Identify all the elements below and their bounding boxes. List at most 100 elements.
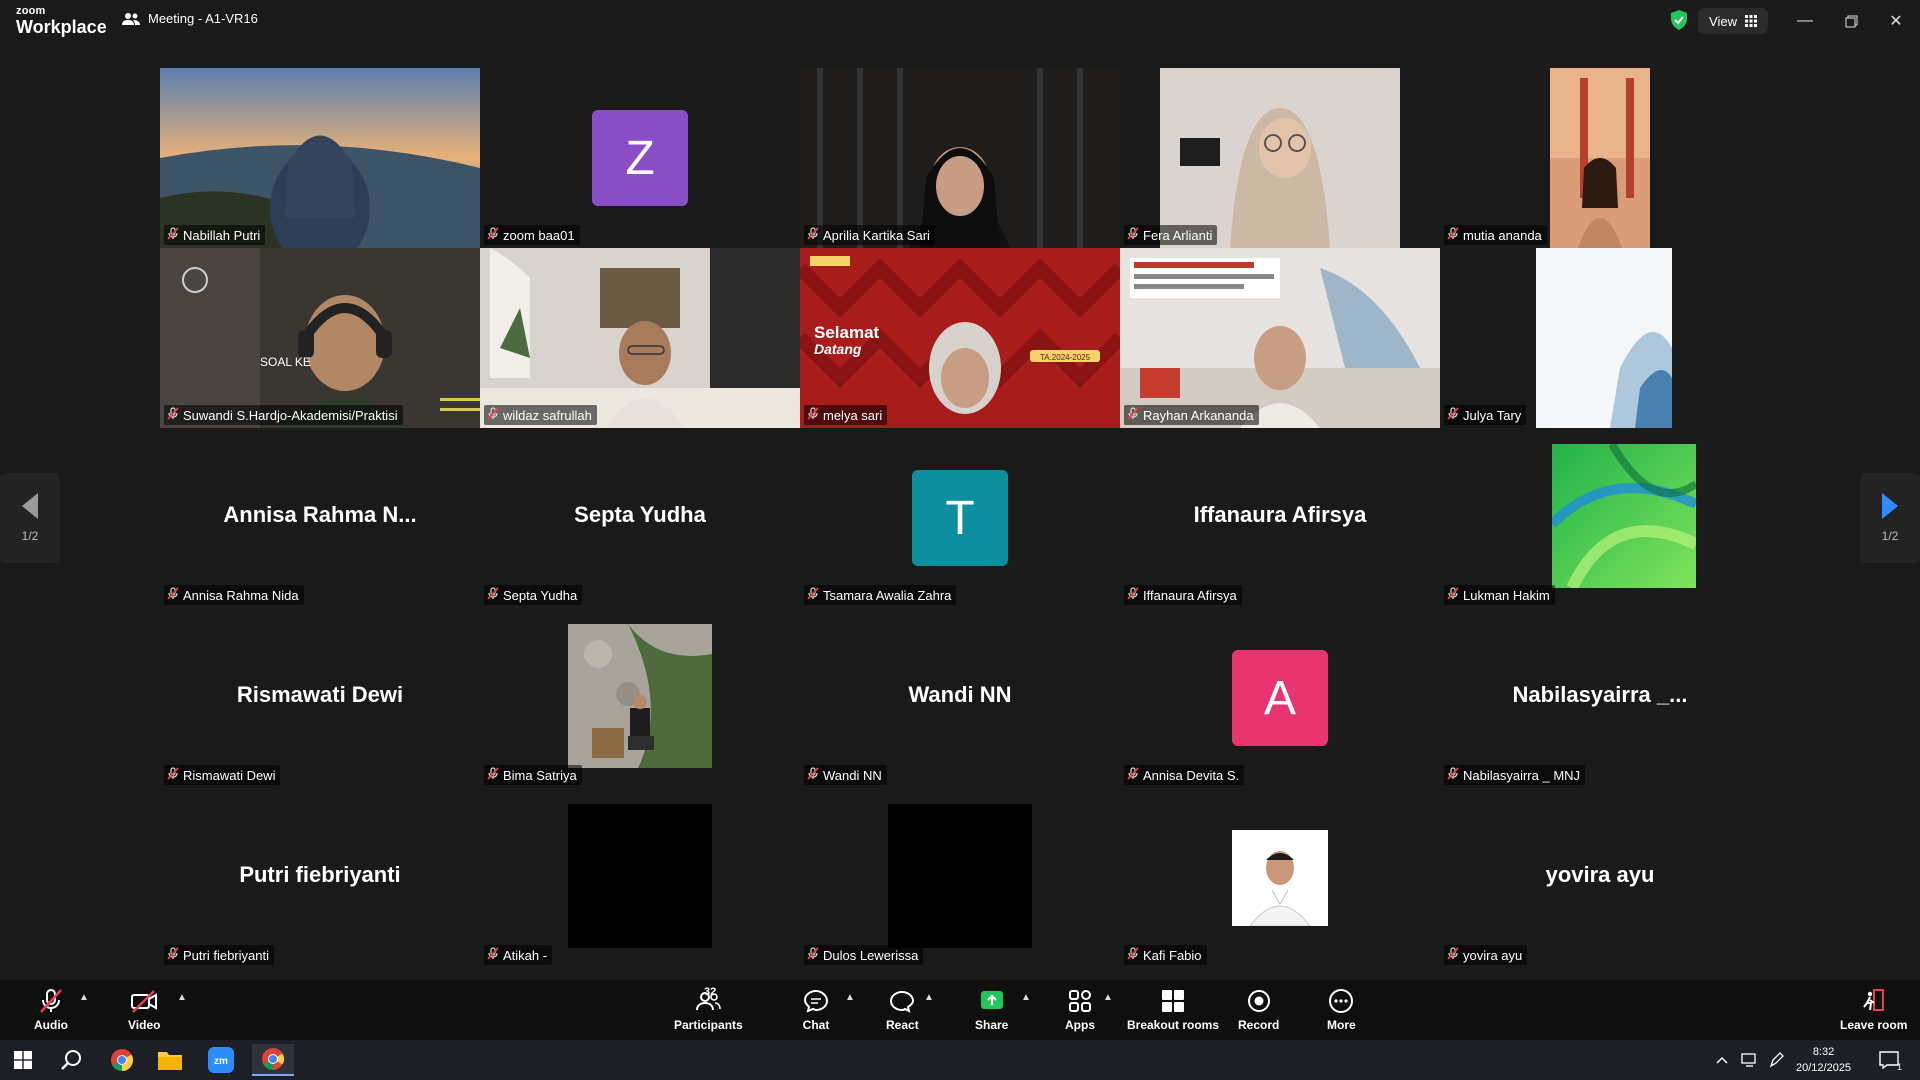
- breakout-rooms-button[interactable]: Breakout rooms: [1127, 988, 1219, 1032]
- participant-nametag: Lukman Hakim: [1444, 585, 1555, 605]
- participant-tile[interactable]: Nabillah Putri: [160, 68, 480, 248]
- more-button[interactable]: More: [1327, 988, 1356, 1032]
- audio-options-chevron-icon[interactable]: ▲: [79, 992, 89, 1003]
- participant-tile[interactable]: Rismawati Dewi Rismawati Dewi: [160, 608, 480, 788]
- zoom-window: zoom Workplace Meeting - A1-VR16 View — …: [0, 0, 1920, 1080]
- muted-mic-icon: [807, 767, 819, 783]
- muted-mic-icon: [807, 947, 819, 963]
- participant-tile[interactable]: Septa Yudha Septa Yudha: [480, 428, 800, 608]
- notifications-icon[interactable]: 1: [1874, 1044, 1904, 1076]
- file-explorer-icon[interactable]: [152, 1044, 188, 1076]
- network-icon[interactable]: [1738, 1044, 1762, 1076]
- encryption-shield-icon[interactable]: [1670, 10, 1688, 30]
- muted-mic-icon: [1447, 587, 1459, 603]
- participant-tile[interactable]: A Annisa Devita S.: [1120, 608, 1440, 788]
- record-button[interactable]: Record: [1238, 988, 1279, 1032]
- react-options-chevron-icon[interactable]: ▲: [924, 992, 934, 1003]
- participant-name: Rismawati Dewi: [183, 767, 276, 783]
- participant-video: [1232, 830, 1328, 926]
- search-icon[interactable]: [54, 1044, 90, 1076]
- participant-tile[interactable]: Nabilasyairra _... Nabilasyairra _ MNJ: [1440, 608, 1760, 788]
- more-dots-icon: [1329, 989, 1354, 1013]
- participant-tile[interactable]: Iffanaura Afirsya Iffanaura Afirsya: [1120, 428, 1440, 608]
- participant-name: yovira ayu: [1463, 947, 1523, 963]
- participant-tile[interactable]: Zzoom baa01: [480, 68, 800, 248]
- zoom-app-icon[interactable]: zm: [203, 1044, 239, 1076]
- chat-button[interactable]: Chat: [802, 988, 830, 1032]
- apps-options-chevron-icon[interactable]: ▲: [1103, 992, 1113, 1003]
- pen-icon[interactable]: [1765, 1044, 1789, 1076]
- participant-name: Lukman Hakim: [1463, 587, 1550, 603]
- muted-mic-icon: [1447, 947, 1459, 963]
- meeting-toolbar: Audio ▲ Video ▲ 32 Participants Chat ▲ R…: [0, 980, 1920, 1040]
- participant-name: Tsamara Awalia Zahra: [823, 587, 952, 603]
- participant-tile[interactable]: Fera Arlianti: [1120, 68, 1440, 248]
- participant-name: Rayhan Arkananda: [1143, 407, 1254, 423]
- chrome-icon[interactable]: [104, 1044, 140, 1076]
- participants-button[interactable]: 32 Participants: [674, 986, 743, 1032]
- taskbar-clock[interactable]: 8:32 20/12/2025: [1796, 1044, 1851, 1076]
- audio-button[interactable]: Audio: [34, 988, 68, 1032]
- participant-tile[interactable]: Lukman Hakim: [1440, 428, 1760, 608]
- meeting-info[interactable]: Meeting - A1-VR16: [122, 11, 258, 26]
- chrome-active-icon[interactable]: [252, 1044, 294, 1076]
- audio-label: Audio: [34, 1018, 68, 1032]
- view-button[interactable]: View: [1698, 8, 1768, 34]
- video-options-chevron-icon[interactable]: ▲: [177, 992, 187, 1003]
- leave-room-button[interactable]: Leave room: [1840, 988, 1907, 1032]
- participant-name: Dulos Lewerissa: [823, 947, 919, 963]
- more-label: More: [1327, 1018, 1356, 1032]
- chat-options-chevron-icon[interactable]: ▲: [845, 992, 855, 1003]
- page-indicator-right: 1/2: [1881, 529, 1899, 543]
- participant-tile[interactable]: Putri fiebriyanti Putri fiebriyanti: [160, 788, 480, 968]
- meeting-people-icon: [122, 12, 140, 25]
- share-button[interactable]: Share: [975, 988, 1008, 1032]
- share-screen-icon: [980, 991, 1003, 1009]
- participant-tile[interactable]: Atikah -: [480, 788, 800, 968]
- minimize-button[interactable]: —: [1790, 8, 1820, 34]
- chat-bubble-icon: [803, 989, 829, 1013]
- participant-tile[interactable]: Selamat Datang TA.2024-2025 melya sari: [800, 248, 1120, 428]
- participant-tile[interactable]: Rayhan Arkananda: [1120, 248, 1440, 428]
- arrow-left-icon: [22, 493, 38, 519]
- participant-tile[interactable]: Kafi Fabio: [1120, 788, 1440, 968]
- participant-name: Putri fiebriyanti: [183, 947, 269, 963]
- clock-time: 8:32: [1812, 1046, 1835, 1058]
- video-label: Video: [128, 1018, 161, 1032]
- participant-tile[interactable]: Dulos Lewerissa: [800, 788, 1120, 968]
- participant-tile[interactable]: Julya Tary: [1440, 248, 1760, 428]
- participant-name: Atikah -: [503, 947, 548, 963]
- participant-video: SelamatDatang TA.2024-2025: [800, 248, 1120, 428]
- participant-tile[interactable]: mutia ananda: [1440, 68, 1760, 248]
- participant-tile[interactable]: Wandi NN Wandi NN: [800, 608, 1120, 788]
- next-page-button[interactable]: 1/2: [1860, 473, 1920, 563]
- participant-tile[interactable]: SOAL KE Suwandi S.Hardjo-Akademisi/Prakti…: [160, 248, 480, 428]
- participant-name: mutia ananda: [1463, 227, 1542, 243]
- arrow-right-icon: [1882, 493, 1898, 519]
- muted-mic-icon: [1447, 767, 1459, 783]
- share-options-chevron-icon[interactable]: ▲: [1021, 992, 1031, 1003]
- react-button[interactable]: React: [886, 988, 919, 1032]
- participant-nametag: Aprilia Kartika Sari: [804, 225, 935, 245]
- participant-nametag: Annisa Rahma Nida: [164, 585, 304, 605]
- page-indicator-left: 1/2: [21, 529, 39, 543]
- participant-display-name: Septa Yudha: [574, 502, 706, 527]
- participant-video: [888, 804, 1032, 948]
- prev-page-button[interactable]: 1/2: [0, 473, 60, 563]
- participant-tile[interactable]: Aprilia Kartika Sari: [800, 68, 1120, 248]
- participant-nametag: wildaz safrullah: [484, 405, 597, 425]
- participant-tile[interactable]: wildaz safrullah: [480, 248, 800, 428]
- participant-tile[interactable]: yovira ayu yovira ayu: [1440, 788, 1760, 968]
- apps-button[interactable]: Apps: [1065, 988, 1095, 1032]
- muted-mic-icon: [167, 947, 179, 963]
- close-button[interactable]: ✕: [1881, 8, 1911, 34]
- video-button[interactable]: Video: [128, 988, 160, 1032]
- windows-start-icon[interactable]: [5, 1044, 41, 1076]
- restore-button[interactable]: [1836, 8, 1866, 34]
- participant-tile[interactable]: T Tsamara Awalia Zahra: [800, 428, 1120, 608]
- participant-tile[interactable]: Annisa Rahma N... Annisa Rahma Nida: [160, 428, 480, 608]
- tray-chevron-up-icon[interactable]: [1712, 1044, 1732, 1076]
- breakout-rooms-icon: [1162, 990, 1185, 1012]
- muted-mic-icon: [40, 989, 62, 1013]
- participant-tile[interactable]: Bima Satriya: [480, 608, 800, 788]
